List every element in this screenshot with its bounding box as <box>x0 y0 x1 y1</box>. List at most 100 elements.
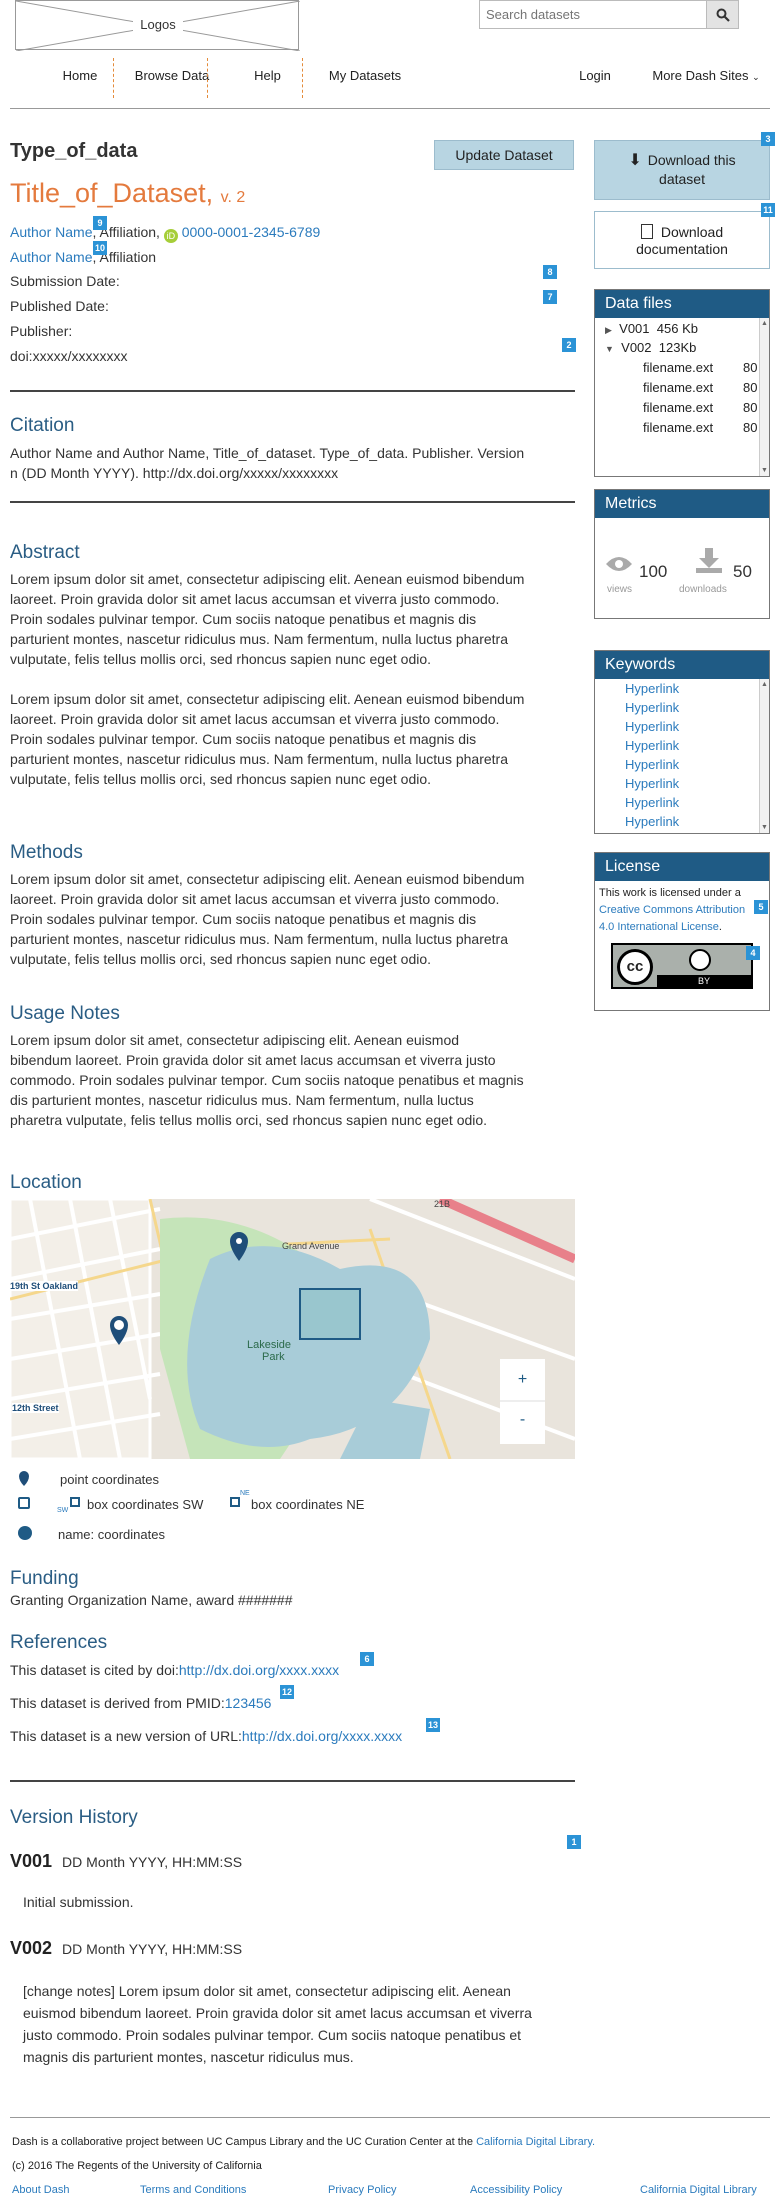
file-size: 80 <box>743 380 758 395</box>
logo[interactable]: Logos <box>15 0 300 51</box>
version-entry-header: V001 DD Month YYYY, HH:MM:SS <box>10 1851 242 1872</box>
map-label: 12th Street <box>12 1403 59 1413</box>
annotation-badge: 5 <box>754 900 768 914</box>
file-item[interactable]: filename.ext 80 <box>643 420 757 435</box>
author-line-2: Author Name, Affiliation <box>10 249 156 265</box>
nav-help[interactable]: Help <box>235 58 300 94</box>
text-line: parturient montes, nascetur ridiculus mu… <box>10 751 508 767</box>
zoom-out-button[interactable]: - <box>500 1411 545 1429</box>
submission-date: Submission Date: <box>10 273 120 289</box>
keyword-link[interactable]: Hyperlink <box>625 719 679 734</box>
search-button[interactable] <box>706 1 738 28</box>
citation-text: Author Name and Author Name, Title_of_da… <box>10 443 570 483</box>
footer-cdl-link[interactable]: California Digital Library. <box>476 2136 595 2148</box>
author-link[interactable]: Author Name <box>10 224 92 240</box>
footer-link-terms[interactable]: Terms and Conditions <box>140 2184 246 2196</box>
map-label: 21B <box>434 1199 451 1209</box>
footer-link-cdl[interactable]: California Digital Library <box>640 2184 757 2196</box>
main-nav: Home Browse Data Help My Datasets Login … <box>10 58 770 98</box>
globe-icon <box>18 1526 32 1540</box>
keyword-link[interactable]: Hyperlink <box>625 814 679 829</box>
text-line: Proin sodales pulvinar tempor. Cum socii… <box>10 731 477 747</box>
version-date: DD Month YYYY, HH:MM:SS <box>62 1941 243 1957</box>
author-link[interactable]: Author Name <box>10 249 92 265</box>
nav-login[interactable]: Login <box>570 58 620 94</box>
reference-text: This dataset is a new version of URL: <box>10 1728 242 1744</box>
download-dataset-button[interactable]: ⬇ Download this dataset <box>594 140 770 200</box>
downloads-count: 50 <box>733 562 752 581</box>
version-date: DD Month YYYY, HH:MM:SS <box>62 1854 243 1870</box>
update-dataset-button[interactable]: Update Dataset <box>434 140 574 170</box>
file-name: filename.ext <box>643 400 714 415</box>
zoom-in-button[interactable]: + <box>500 1371 545 1389</box>
nav-more-label: More Dash Sites <box>652 68 749 83</box>
scroll-up-icon[interactable]: ▲ <box>761 681 768 688</box>
version-folder[interactable]: ▶ V001 456 Kb <box>605 321 698 336</box>
box-sw-icon <box>70 1497 80 1507</box>
file-size: 80 <box>743 360 758 375</box>
citation-line: n (DD Month YYYY). http://dx.doi.org/xxx… <box>10 465 339 481</box>
caret-down-icon: ▼ <box>605 344 614 354</box>
location-map[interactable]: 19th St Oakland 12th Street Lakeside Par… <box>10 1199 575 1459</box>
reference-link[interactable]: 123456 <box>225 1695 272 1711</box>
legend-ne: NE <box>240 1490 250 1497</box>
text-line: Proin sodales pulvinar tempor. Cum socii… <box>10 911 477 927</box>
published-date: Published Date: <box>10 298 109 314</box>
legend-sw: SW <box>57 1507 69 1514</box>
logo-text: Logos <box>133 17 183 32</box>
nav-more-dash-sites[interactable]: More Dash Sites ⌄ <box>650 58 762 94</box>
download-documentation-button[interactable]: Download documentation <box>594 211 770 269</box>
nav-divider <box>207 58 208 98</box>
keyword-link[interactable]: Hyperlink <box>625 757 679 772</box>
footer-link-about[interactable]: About Dash <box>12 2184 69 2196</box>
scroll-up-icon[interactable]: ▲ <box>761 320 768 327</box>
keyword-link[interactable]: Hyperlink <box>625 700 679 715</box>
reference-link[interactable]: http://dx.doi.org/xxxx.xxxx <box>179 1662 339 1678</box>
license-link[interactable]: Creative Commons Attribution <box>599 904 745 916</box>
reference-item: This dataset is cited by doi:http://dx.d… <box>10 1662 339 1678</box>
scrollbar[interactable]: ▲ ▼ <box>759 679 769 833</box>
nav-divider <box>113 58 114 98</box>
legend-box-sw-label: box coordinates SW <box>87 1497 204 1512</box>
abstract-paragraph: Lorem ipsum dolor sit amet, consectetur … <box>10 569 570 669</box>
file-item[interactable]: filename.ext 80 <box>643 360 757 375</box>
file-size: 80 <box>743 420 758 435</box>
methods-paragraph: Lorem ipsum dolor sit amet, consectetur … <box>10 869 570 969</box>
reference-link[interactable]: http://dx.doi.org/xxxx.xxxx <box>242 1728 402 1744</box>
box-ne-icon <box>230 1497 240 1507</box>
downloads-label: downloads <box>679 584 727 595</box>
scroll-down-icon[interactable]: ▼ <box>761 467 768 474</box>
orcid-link[interactable]: 0000-0001-2345-6789 <box>182 224 321 240</box>
file-item[interactable]: filename.ext 80 <box>643 380 757 395</box>
footer-link-accessibility[interactable]: Accessibility Policy <box>470 2184 562 2196</box>
version-folder[interactable]: ▼ V002 123Kb <box>605 340 696 355</box>
file-tree: ▶ V001 456 Kb ▼ V002 123Kb filename.ext 8… <box>595 318 769 476</box>
author-line-1: Author Name, Affiliation, iD 0000-0001-2… <box>10 224 320 243</box>
keyword-link[interactable]: Hyperlink <box>625 795 679 810</box>
license-body: This work is licensed under a Creative C… <box>595 881 769 1010</box>
scrollbar[interactable]: ▲ ▼ <box>759 318 769 476</box>
cc-by-badge[interactable]: cc BY <box>611 943 753 989</box>
usage-notes-heading: Usage Notes <box>10 1003 120 1024</box>
license-link[interactable]: 4.0 International License <box>599 921 719 933</box>
download-line: ⬇ Download this <box>595 151 769 170</box>
license-text: This work is licensed under a Creative C… <box>599 885 764 936</box>
footer-link-privacy[interactable]: Privacy Policy <box>328 2184 396 2196</box>
keyword-link[interactable]: Hyperlink <box>625 776 679 791</box>
citation-heading: Citation <box>10 415 75 436</box>
file-name: filename.ext <box>643 380 714 395</box>
annotation-badge: 10 <box>93 241 107 255</box>
version-entry-header: V002 DD Month YYYY, HH:MM:SS <box>10 1938 242 1959</box>
search-input[interactable] <box>480 1 706 28</box>
keyword-link[interactable]: Hyperlink <box>625 681 679 696</box>
nav-my-datasets[interactable]: My Datasets <box>310 58 420 94</box>
keyword-link[interactable]: Hyperlink <box>625 738 679 753</box>
scroll-down-icon[interactable]: ▼ <box>761 824 768 831</box>
metrics-heading: Metrics <box>595 490 769 518</box>
section-divider <box>10 390 575 392</box>
file-item[interactable]: filename.ext 80 <box>643 400 757 415</box>
annotation-badge: 13 <box>426 1718 440 1732</box>
nav-home[interactable]: Home <box>40 58 120 94</box>
citation-line: Author Name and Author Name, Title_of_da… <box>10 445 525 461</box>
text-line: laoreet. Proin gravida dolor sit amet la… <box>10 891 500 907</box>
